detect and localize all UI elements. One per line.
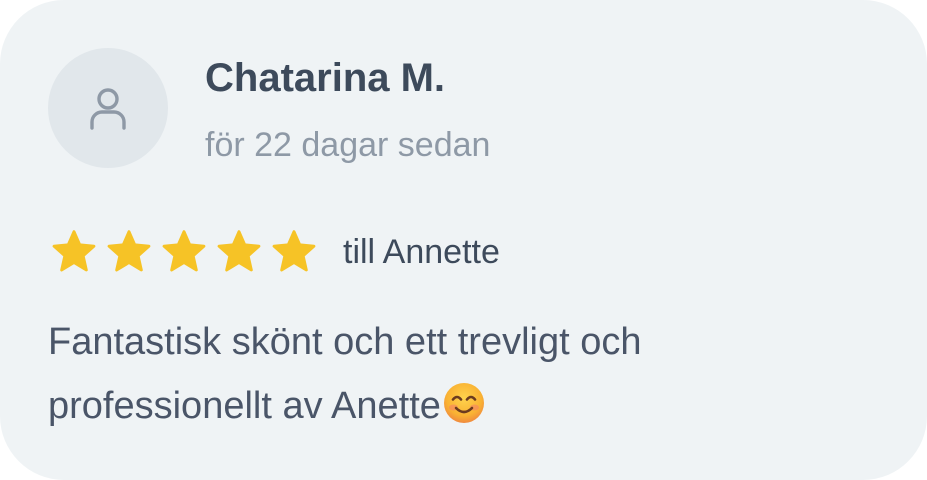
smiling-face-emoji <box>443 383 484 423</box>
star-icon <box>162 230 206 272</box>
review-card: Chatarina M. för 22 dagar sedan till Ann… <box>0 0 927 480</box>
star-rating <box>50 228 318 276</box>
star-icon <box>217 230 261 272</box>
star-icon <box>107 230 151 272</box>
avatar <box>48 48 168 168</box>
review-timestamp: för 22 dagar sedan <box>205 126 491 164</box>
review-text: Fantastisk skönt och ett trevligt och pr… <box>48 310 868 438</box>
review-text-content: Fantastisk skönt och ett trevligt och pr… <box>48 321 642 427</box>
star-icon <box>272 230 316 272</box>
reviewer-name: Chatarina M. <box>205 56 446 100</box>
user-icon <box>90 88 126 130</box>
star-icon <box>52 230 96 272</box>
review-recipient: till Annette <box>343 233 500 271</box>
